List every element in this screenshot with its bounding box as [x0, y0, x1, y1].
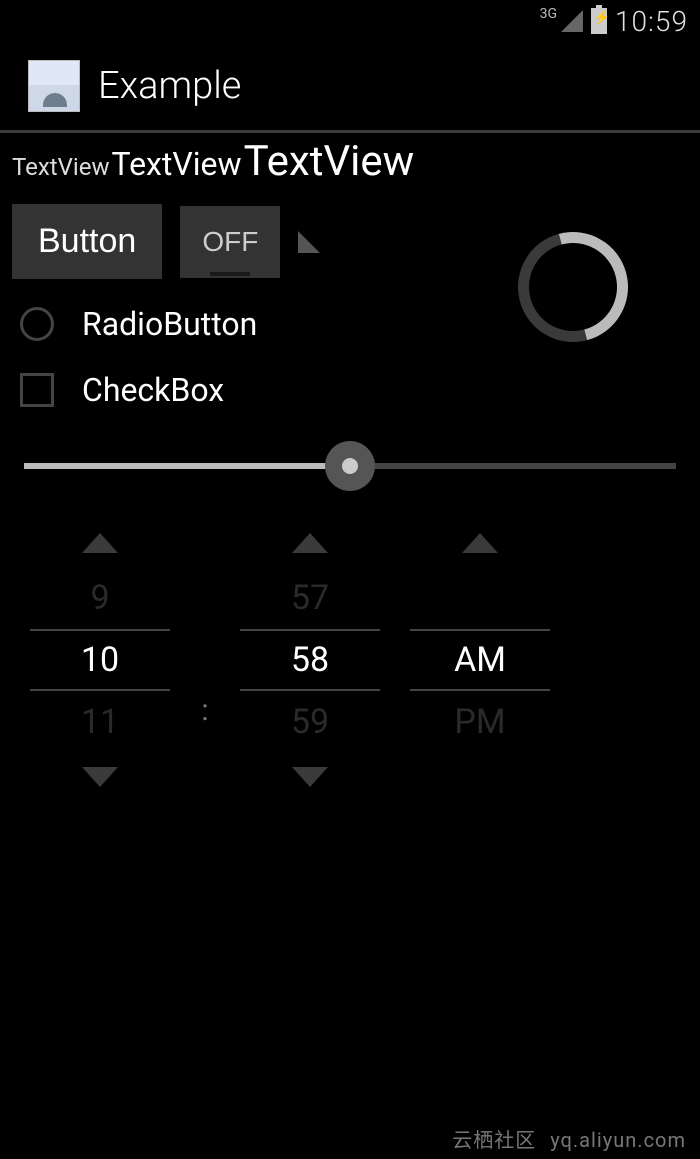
textview-large: TextView — [244, 137, 415, 186]
spinner-dropdown-icon[interactable] — [298, 231, 320, 253]
app-icon — [28, 60, 80, 112]
textview-small: TextView — [12, 153, 110, 181]
ampm-column[interactable]: AM PM — [410, 519, 550, 801]
button[interactable]: Button — [12, 204, 162, 279]
textview-row: TextView TextView TextView — [12, 133, 688, 196]
status-bar: 3G 10:59 — [0, 0, 700, 42]
minute-column[interactable]: 57 58 59 — [240, 519, 380, 801]
ampm-current[interactable]: AM — [410, 629, 550, 691]
seekbar-fill — [24, 463, 350, 469]
toggle-button[interactable]: OFF — [180, 206, 280, 278]
hour-prev[interactable]: 9 — [30, 567, 170, 629]
watermark-url: yq.aliyun.com — [550, 1128, 686, 1152]
battery-icon — [591, 8, 607, 34]
watermark-label: 云栖社区 — [452, 1128, 536, 1152]
ampm-prev — [410, 567, 550, 629]
time-separator: : — [200, 519, 210, 801]
ampm-next[interactable]: PM — [410, 691, 550, 753]
signal-icon — [561, 10, 583, 32]
seekbar-thumb[interactable] — [325, 441, 375, 491]
minute-current[interactable]: 58 — [240, 629, 380, 691]
seekbar[interactable] — [24, 463, 676, 469]
network-3g-label: 3G — [540, 6, 557, 22]
seekbar-wrap — [12, 423, 688, 509]
hour-column[interactable]: 9 10 11 — [30, 519, 170, 801]
radio-label: RadioButton — [82, 305, 257, 343]
minute-up-icon[interactable] — [292, 533, 328, 553]
textview-medium: TextView — [112, 145, 242, 183]
time-picker: 9 10 11 : 57 58 59 AM PM — [12, 509, 688, 811]
minute-prev[interactable]: 57 — [240, 567, 380, 629]
hour-next[interactable]: 11 — [30, 691, 170, 753]
checkbox-icon[interactable] — [20, 373, 54, 407]
minute-down-icon[interactable] — [292, 767, 328, 787]
app-title: Example — [98, 64, 241, 108]
checkbox-label: CheckBox — [82, 371, 224, 409]
ampm-up-icon[interactable] — [462, 533, 498, 553]
minute-next[interactable]: 59 — [240, 691, 380, 753]
content-area: TextView TextView TextView Button OFF Ra… — [0, 133, 700, 811]
hour-down-icon[interactable] — [82, 767, 118, 787]
title-bar: Example — [0, 42, 700, 133]
checkbox-row[interactable]: CheckBox — [12, 357, 688, 423]
status-clock: 10:59 — [615, 5, 688, 38]
hour-current[interactable]: 10 — [30, 629, 170, 691]
hour-up-icon[interactable] — [82, 533, 118, 553]
watermark: 云栖社区 yq.aliyun.com — [452, 1124, 686, 1153]
radio-icon[interactable] — [20, 307, 54, 341]
